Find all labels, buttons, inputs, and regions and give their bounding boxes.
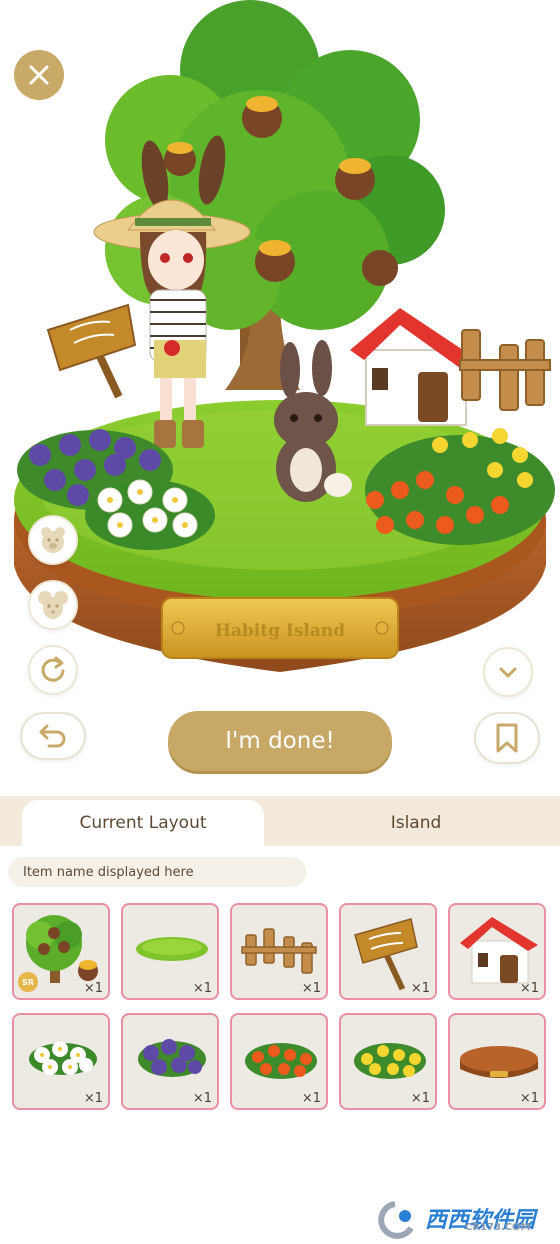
item-quantity: ×1 xyxy=(192,1091,212,1106)
item-cell-yellow-flowers[interactable]: ×1 xyxy=(339,1013,437,1110)
item-quantity: ×1 xyxy=(301,1091,321,1106)
watermark-logo-icon xyxy=(378,1201,414,1239)
bear-button[interactable] xyxy=(28,515,78,565)
item-cell-house[interactable]: ×1 xyxy=(448,903,546,1000)
item-cell-fence[interactable]: ×1 xyxy=(230,903,328,1000)
mouse-button[interactable] xyxy=(28,580,78,630)
island-plaque: Habitg Island xyxy=(161,597,399,659)
item-cell-orange-flowers[interactable]: ×1 xyxy=(230,1013,328,1110)
item-quantity: ×1 xyxy=(83,1091,103,1106)
bookmark-icon xyxy=(496,723,518,753)
item-cell-signpost[interactable]: ×1 xyxy=(339,903,437,1000)
house xyxy=(350,308,478,426)
signpost xyxy=(46,303,137,399)
item-cell-white-flowers[interactable]: ×1 xyxy=(12,1013,110,1110)
item-quantity: ×1 xyxy=(519,981,539,996)
site-watermark: 西西软件园 CR173.COM xyxy=(365,1198,550,1240)
rotate-icon xyxy=(41,656,65,682)
bear-icon xyxy=(41,527,65,553)
item-cell-island-base[interactable]: ×1 xyxy=(448,1013,546,1110)
bookmark-button[interactable] xyxy=(474,712,540,764)
white-flower-bed xyxy=(85,479,215,550)
item-cell-purple-flowers[interactable]: ×1 xyxy=(121,1013,219,1110)
tab-island[interactable]: Island xyxy=(296,800,536,846)
close-button[interactable] xyxy=(14,50,64,100)
item-name-display: Item name displayed here xyxy=(8,857,306,887)
undo-button[interactable] xyxy=(20,712,86,760)
collapse-button[interactable] xyxy=(483,647,533,697)
chevron-down-icon xyxy=(499,667,517,678)
island-illustration: Habitg Island xyxy=(14,0,555,672)
item-quantity: ×1 xyxy=(83,981,103,996)
tab-current-layout[interactable]: Current Layout xyxy=(22,800,264,846)
plaque-text: Habitg Island xyxy=(215,621,345,641)
item-quantity: ×1 xyxy=(410,1091,430,1106)
item-quantity: ×1 xyxy=(301,981,321,996)
watermark-subtext: CR173.COM xyxy=(465,1222,531,1233)
layout-tabs: Current Layout Island xyxy=(0,796,560,846)
rarity-badge: SR xyxy=(18,972,38,992)
item-cell-tree[interactable]: SR ×1 xyxy=(12,903,110,1000)
item-panel: Item name displayed here SR ×1 ×1 ×1 ×1 … xyxy=(0,846,560,1244)
fence xyxy=(459,329,551,411)
island-scene: Habitg Island I'm done! xyxy=(0,0,560,790)
undo-icon xyxy=(39,724,66,748)
rotate-button[interactable] xyxy=(28,645,78,695)
item-quantity: ×1 xyxy=(410,981,430,996)
item-quantity: ×1 xyxy=(192,981,212,996)
mouse-icon xyxy=(38,591,68,619)
item-quantity: ×1 xyxy=(519,1091,539,1106)
close-icon xyxy=(29,65,49,85)
done-button[interactable]: I'm done! xyxy=(168,711,392,771)
item-cell-grass[interactable]: ×1 xyxy=(121,903,219,1000)
